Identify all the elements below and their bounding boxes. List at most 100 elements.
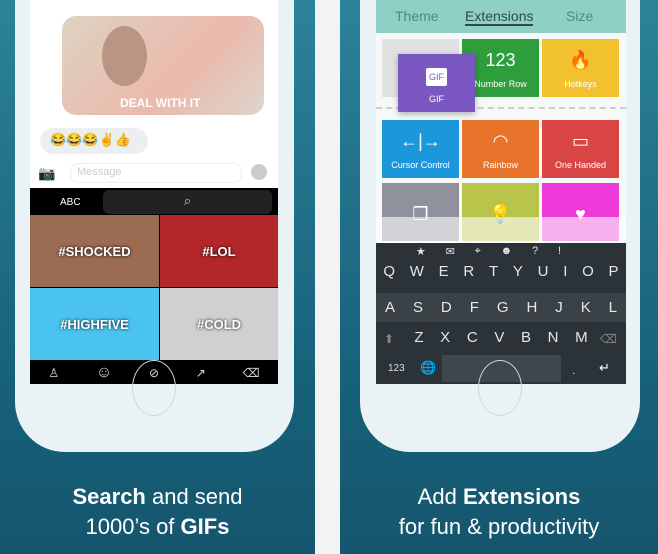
battery-icon: ▭ [571, 131, 589, 151]
letter-key[interactable]: X [440, 329, 450, 346]
letter-key[interactable]: N [548, 329, 559, 346]
tile-label: One Handed [554, 160, 607, 170]
caption: Search and send 1000’s of GIFs [0, 482, 315, 542]
key-row-2: ASDFGHJKL [376, 293, 626, 322]
letter-key[interactable]: Z [414, 329, 423, 346]
tile-cursor-control[interactable]: ←|→ Cursor Control [382, 120, 459, 178]
home-button[interactable] [478, 360, 522, 416]
tab-theme[interactable]: Theme [395, 8, 439, 24]
letter-key[interactable]: H [526, 299, 537, 322]
rainbow-icon: ◠ [492, 131, 509, 151]
tile-label: Cursor Control [391, 160, 450, 170]
gif-keyboard: ABC ⌕ #SHOCKED #LOL #HIGHFIVE #COLD ♙ ☺ … [30, 188, 278, 384]
text-input-overlay[interactable] [376, 217, 626, 243]
home-button[interactable] [132, 360, 176, 416]
tile-label: Hotkeys [564, 79, 597, 89]
gif-tag: #LOL [202, 243, 236, 259]
letter-key[interactable]: V [494, 329, 504, 346]
letter-key[interactable]: P [609, 263, 619, 280]
smiley-icon[interactable]: ☺ [96, 364, 112, 382]
return-icon[interactable]: ↵ [599, 360, 610, 376]
numbers-key[interactable]: 123 [388, 363, 405, 374]
symbol-key[interactable]: ✉ [446, 245, 455, 258]
letter-key[interactable]: Y [513, 263, 523, 280]
left-panel: DEAL WITH IT 😂😂😂✌👍 📷 Message ABC ⌕ #SHOC… [0, 0, 315, 554]
extensions-screen: Theme Extensions Size 123 Number Row 🔥 Hot… [376, 0, 626, 384]
key-row-1: QWERTYUIOP [376, 263, 626, 280]
person-image [102, 26, 147, 86]
letter-key[interactable]: G [497, 299, 509, 322]
symbol-key[interactable]: ★ [416, 245, 426, 258]
gif-tile-highfive[interactable]: #HIGHFIVE [30, 288, 159, 360]
gif-message-bubble: DEAL WITH IT [62, 16, 264, 115]
backspace-icon[interactable]: ⌫ [243, 366, 260, 380]
gif-tile-lol[interactable]: #LOL [160, 215, 278, 287]
emoji-message-bubble: 😂😂😂✌👍 [40, 128, 148, 154]
tab-size[interactable]: Size [566, 8, 593, 24]
message-input[interactable]: Message [70, 163, 242, 183]
letter-key[interactable]: F [470, 299, 479, 322]
person-icon[interactable]: ♙ [48, 366, 59, 380]
backspace-icon[interactable]: ⌫ [600, 332, 617, 346]
letter-key[interactable]: L [609, 299, 617, 322]
letter-key[interactable]: A [385, 299, 395, 322]
caption-bold: GIFs [180, 514, 230, 539]
letter-key[interactable]: U [538, 263, 549, 280]
camera-icon[interactable]: 📷 [38, 165, 55, 182]
letter-key[interactable]: O [582, 263, 594, 280]
letter-key[interactable]: E [439, 263, 449, 280]
tile-gif-dragging[interactable]: GIF GIF [398, 54, 475, 112]
key-row-3: ZXCVBNM [376, 329, 626, 346]
caption-text: 1000’s of [85, 514, 181, 539]
letter-key[interactable]: I [563, 263, 567, 280]
messages-screen: DEAL WITH IT 😂😂😂✌👍 📷 Message ABC ⌕ #SHOC… [30, 0, 278, 384]
gif-tile-cold[interactable]: #COLD [160, 288, 278, 360]
gif-tag: #SHOCKED [58, 243, 131, 259]
settings-tabs: Theme Extensions Size [376, 0, 626, 33]
tile-hotkeys[interactable]: 🔥 Hotkeys [542, 39, 619, 97]
symbol-key[interactable]: ! [558, 245, 561, 258]
letter-key[interactable]: S [413, 299, 423, 322]
letter-key[interactable]: B [521, 329, 531, 346]
tab-extensions[interactable]: Extensions [465, 8, 534, 26]
caption: Add Extensions for fun & productivity [340, 482, 658, 542]
letter-key[interactable]: K [581, 299, 591, 322]
letter-key[interactable]: D [441, 299, 452, 322]
letter-key[interactable]: Q [383, 263, 395, 280]
symbol-key[interactable]: ? [532, 245, 538, 258]
letter-key[interactable]: W [410, 263, 424, 280]
letter-key[interactable]: C [467, 329, 478, 346]
caption-text: for fun & productivity [398, 514, 600, 539]
tile-rainbow[interactable]: ◠ Rainbow [462, 120, 539, 178]
phone-frame: DEAL WITH IT 😂😂😂✌👍 📷 Message ABC ⌕ #SHOC… [15, 0, 294, 452]
caption-text: and send [145, 484, 243, 509]
flame-icon: 🔥 [569, 50, 592, 70]
right-panel: Theme Extensions Size 123 Number Row 🔥 Hot… [340, 0, 658, 554]
letter-key[interactable]: J [555, 299, 563, 322]
gif-search-bar[interactable]: ⌕ [103, 190, 272, 214]
abc-button[interactable]: ABC [60, 197, 81, 208]
gif-caption: DEAL WITH IT [120, 96, 201, 110]
gif-file-icon: GIF [426, 68, 447, 86]
tile-label: Number Row [474, 79, 527, 89]
microphone-icon[interactable] [251, 164, 267, 180]
emoji-text: 😂😂😂✌👍 [50, 132, 131, 147]
gif-tag: #HIGHFIVE [60, 316, 129, 332]
letter-key[interactable]: M [575, 329, 588, 346]
symbol-key[interactable]: ⌖ [475, 245, 481, 258]
gif-tile-shocked[interactable]: #SHOCKED [30, 215, 159, 287]
caption-bold: Extensions [462, 484, 581, 509]
shift-icon[interactable]: ⬆ [384, 332, 394, 346]
symbol-key[interactable]: ☻ [501, 245, 513, 258]
phone-frame: Theme Extensions Size 123 Number Row 🔥 Hot… [360, 0, 640, 452]
period-key[interactable]: . [572, 363, 575, 377]
caption-text: Add [417, 484, 463, 509]
trending-icon[interactable]: ↗ [196, 366, 206, 380]
symbol-row: ★ ✉ ⌖ ☻?! [376, 245, 626, 258]
letter-key[interactable]: R [463, 263, 474, 280]
globe-icon[interactable]: 🌐 [420, 360, 436, 376]
gif-tag: #COLD [196, 316, 242, 332]
tile-one-handed[interactable]: ▭ One Handed [542, 120, 619, 178]
letter-key[interactable]: T [489, 263, 498, 280]
cursor-icon: ←|→ [400, 131, 441, 151]
